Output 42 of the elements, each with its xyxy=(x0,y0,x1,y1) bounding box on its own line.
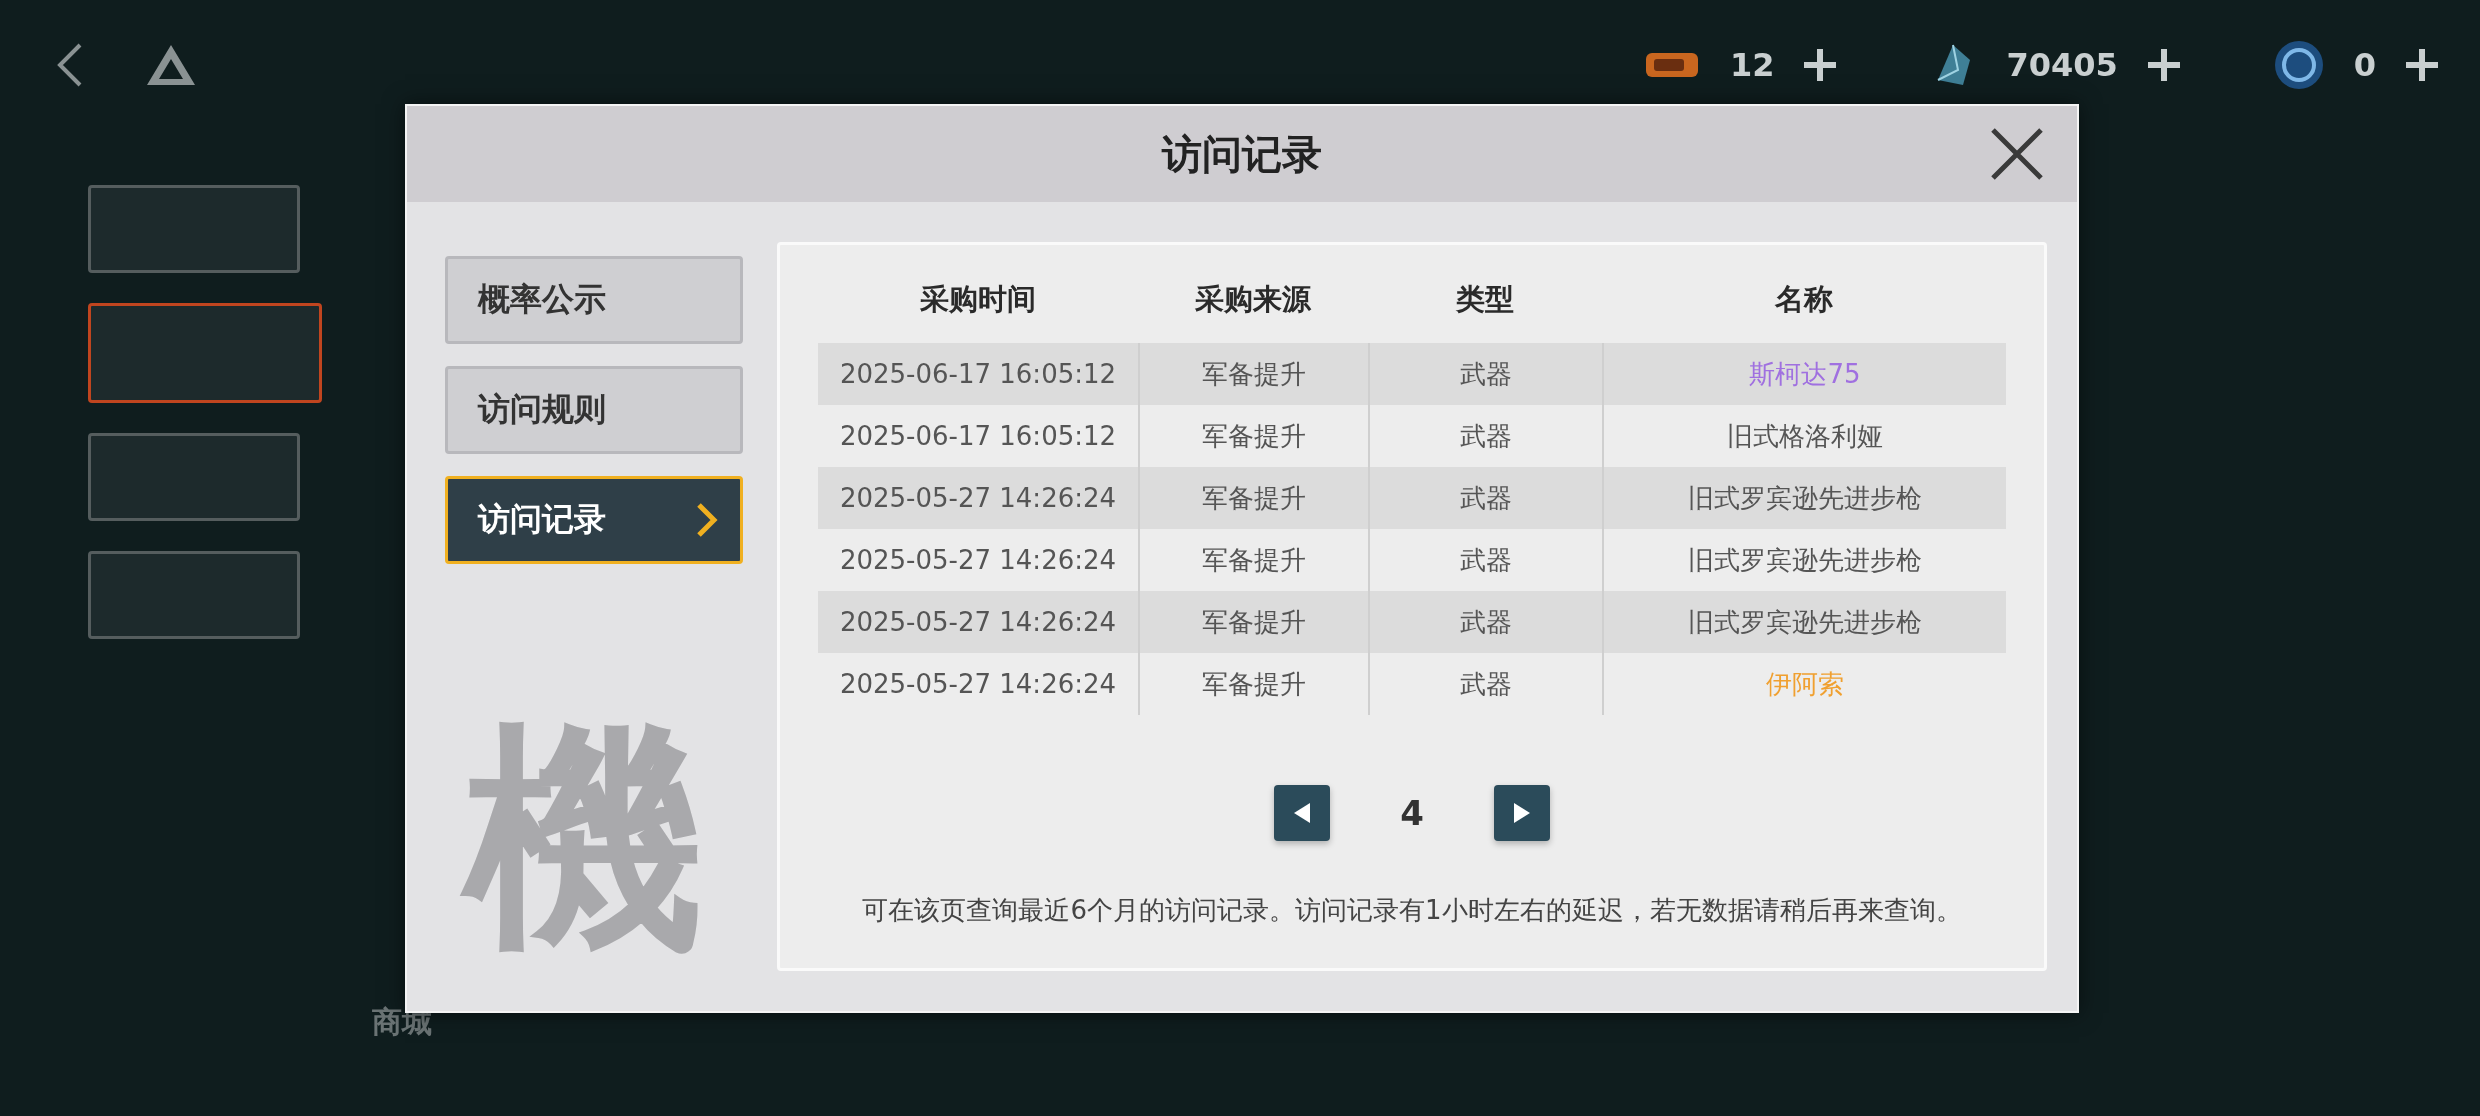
backdrop-calligraphy: 機 xyxy=(455,682,725,1004)
currency-amount: 12 xyxy=(1729,46,1775,84)
table-cell: 军备提升 xyxy=(1138,467,1368,529)
table-cell: 武器 xyxy=(1368,591,1602,653)
table-cell-text: 2025-05-27 14:26:24 xyxy=(838,482,1118,515)
plus-icon[interactable] xyxy=(2404,47,2440,83)
table-cell: 旧式罗宾逊先进步枪 xyxy=(1602,591,2006,653)
chevron-right-icon xyxy=(696,502,718,538)
table-cell-text: 2025-06-17 16:05:12 xyxy=(838,358,1118,391)
side-tab[interactable]: 访问记录 xyxy=(445,476,743,564)
table-cell: 旧式罗宾逊先进步枪 xyxy=(1602,467,2006,529)
plus-icon[interactable] xyxy=(1802,47,1839,83)
currency-amount: 70405 xyxy=(2006,46,2118,84)
column-header: 名称 xyxy=(1774,281,1834,318)
page-number: 4 xyxy=(1400,793,1424,833)
column-header: 类型 xyxy=(1455,281,1515,318)
currency-amount: 0 xyxy=(2353,46,2376,84)
info-note: 可在该页查询最近6个月的访问记录。访问记录有1小时左右的延迟，若无数据请稍后再来查询。 xyxy=(862,894,1962,927)
next-page-button[interactable] xyxy=(1493,785,1550,841)
column-header: 采购来源 xyxy=(1194,281,1312,318)
table-cell-text: 2025-05-27 14:26:24 xyxy=(838,544,1118,577)
table-cell: 武器 xyxy=(1368,343,1602,405)
table-cell: 伊阿索 xyxy=(1602,653,2006,715)
table-cell: 斯柯达75 xyxy=(1602,343,2006,405)
table-cell-text: 2025-06-17 16:05:12 xyxy=(838,420,1118,453)
column-header: 采购时间 xyxy=(919,281,1037,318)
table-cell: 武器 xyxy=(1368,467,1602,529)
table-cell-text: 2025-05-27 14:26:24 xyxy=(838,668,1118,701)
triangle-right-icon xyxy=(1511,801,1532,825)
table-cell: 军备提升 xyxy=(1138,653,1368,715)
table-cell: 武器 xyxy=(1368,653,1602,715)
character-card[interactable] xyxy=(88,303,322,403)
table-cell: 军备提升 xyxy=(1138,343,1368,405)
side-tab[interactable]: 概率公示 xyxy=(445,256,743,344)
side-tab[interactable]: 访问规则 xyxy=(445,366,743,454)
triangle-left-icon xyxy=(1292,801,1313,825)
previous-page-button[interactable] xyxy=(1274,785,1331,841)
table-cell-text: 2025-05-27 14:26:24 xyxy=(838,606,1118,639)
plus-icon[interactable] xyxy=(2145,47,2182,83)
triangle-logo-icon xyxy=(145,43,197,87)
dialog-title: 访问记录 xyxy=(1162,129,1322,179)
table-cell: 军备提升 xyxy=(1138,591,1368,653)
